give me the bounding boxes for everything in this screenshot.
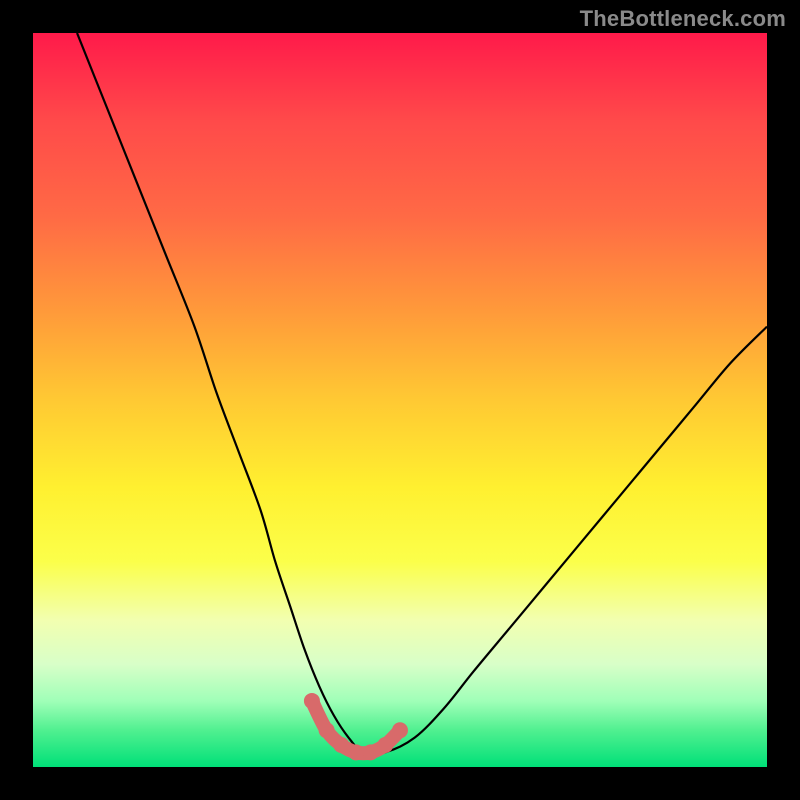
marker-dot	[333, 737, 349, 753]
watermark-text: TheBottleneck.com	[580, 6, 786, 32]
marker-dot	[348, 744, 364, 760]
marker-dot	[392, 722, 408, 738]
chart-svg	[33, 33, 767, 767]
marker-dot	[304, 693, 320, 709]
bottleneck-curve	[77, 33, 767, 754]
marker-dot	[363, 744, 379, 760]
marker-dot	[377, 737, 393, 753]
chart-container: TheBottleneck.com	[0, 0, 800, 800]
plot-area	[33, 33, 767, 767]
marker-dot	[319, 722, 335, 738]
marker-path	[312, 701, 400, 753]
low-bottleneck-markers	[304, 693, 408, 760]
